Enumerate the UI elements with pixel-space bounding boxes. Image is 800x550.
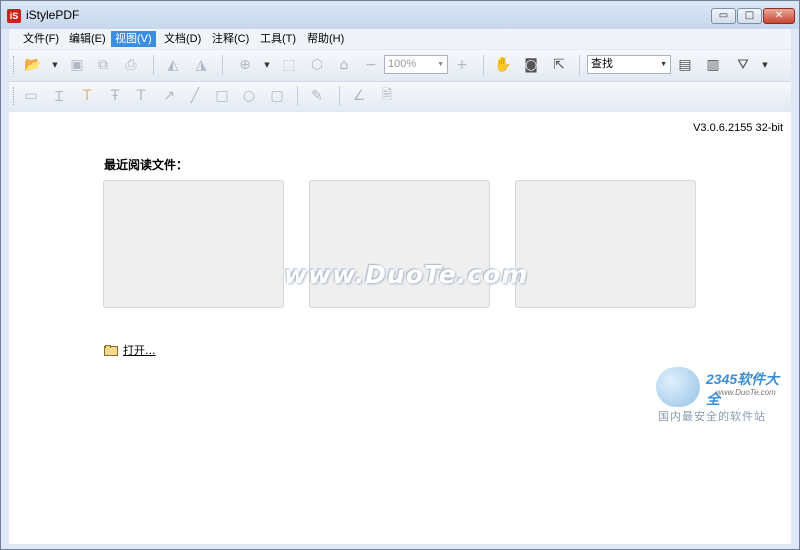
menu-tools[interactable]: 工具(T) — [256, 31, 300, 47]
recent-files-title: 最近阅读文件： — [104, 158, 189, 172]
watermark-text: www.DuoTe.com — [284, 260, 529, 289]
menu-bar: 文件(F) 编辑(E) 视图(V) 文档(D) 注释(C) 工具(T) 帮助(H… — [9, 29, 791, 49]
arrow-icon[interactable]: ↗ — [159, 86, 179, 106]
stamp-dropdown-icon[interactable]: ▼ — [761, 55, 769, 75]
ellipse-icon[interactable]: ○ — [239, 86, 259, 106]
zoom-dropdown-icon[interactable]: ▼ — [263, 55, 271, 75]
open-file-label[interactable]: 打开... — [123, 342, 156, 358]
open-dropdown-icon[interactable]: ▼ — [51, 55, 59, 75]
chevron-down-icon[interactable]: ▼ — [660, 56, 667, 73]
save-icon[interactable]: ▣ — [67, 55, 87, 75]
zoom-value: 100% — [388, 58, 417, 70]
toolbar-grip[interactable] — [13, 56, 17, 74]
maximize-button[interactable]: □ — [737, 8, 762, 24]
rotate-right-icon[interactable]: ◮ — [191, 55, 211, 75]
watermark-url: www.DuoTe.com — [716, 388, 776, 397]
strikethrough-icon[interactable]: Ŧ — [105, 86, 125, 106]
watermark-logo: 2345软件大全 www.DuoTe.com 国内最安全的软件站 — [656, 361, 781, 431]
start-page: V3.0.6.2155 32-bit 最近阅读文件： 打开... www.Duo… — [9, 112, 791, 544]
search-combobox[interactable]: 查找 ▼ — [587, 55, 671, 74]
save-all-icon[interactable]: ⧉ — [93, 55, 113, 75]
attach-icon[interactable]: 🗎 — [377, 86, 397, 106]
toolbar-separator — [222, 55, 223, 75]
window-title: iStylePDF — [26, 8, 80, 22]
mascot-icon — [656, 367, 700, 407]
toolbar-separator — [579, 55, 580, 75]
hand-icon[interactable]: ✋ — [493, 55, 513, 75]
zoom-combobox[interactable]: 100% ▼ — [384, 55, 448, 74]
zoom-out-icon[interactable]: − — [361, 55, 381, 75]
zoom-plus-icon[interactable]: + — [452, 55, 472, 75]
menu-edit[interactable]: 编辑(E) — [65, 31, 110, 47]
menu-help[interactable]: 帮助(H) — [303, 31, 348, 47]
select-icon[interactable]: ⇱ — [549, 55, 569, 75]
menu-file[interactable]: 文件(F) — [19, 31, 63, 47]
sign-icon[interactable]: ∠ — [349, 86, 369, 106]
recent-file-thumbnail[interactable] — [515, 180, 696, 308]
annotation-toolbar: ▭ Ɪ T Ŧ T ↗ ╱ □ ○ ▢ ✎ ∠ 🗎 — [9, 82, 791, 111]
fit-page-icon[interactable]: ⬚ — [279, 55, 299, 75]
text-select-icon[interactable]: Ɪ — [49, 86, 69, 106]
pencil-icon[interactable]: ✎ — [307, 86, 327, 106]
note-icon[interactable]: ▭ — [21, 86, 41, 106]
print-icon[interactable]: ⎙ — [121, 55, 141, 75]
chevron-down-icon[interactable]: ▼ — [437, 56, 444, 73]
line-icon[interactable]: ╱ — [185, 86, 205, 106]
rotate-left-icon[interactable]: ◭ — [163, 55, 183, 75]
search-placeholder: 查找 — [591, 58, 613, 70]
close-button[interactable]: ✕ — [763, 8, 795, 24]
title-bar: iS iStylePDF ▭ □ ✕ — [1, 1, 799, 29]
textbox-icon[interactable]: ▢ — [267, 86, 287, 106]
menu-comment[interactable]: 注释(C) — [208, 31, 253, 47]
stamp-icon[interactable]: ⛛ — [733, 55, 753, 75]
app-window: iS iStylePDF ▭ □ ✕ 文件(F) 编辑(E) 视图(V) 文档(… — [0, 0, 800, 550]
zoom-in-icon[interactable]: ⊕ — [235, 55, 255, 75]
underline-icon[interactable]: T — [131, 86, 151, 106]
actual-size-icon[interactable]: ⌂ — [334, 55, 354, 75]
minimize-button[interactable]: ▭ — [711, 8, 736, 24]
app-logo-icon: iS — [7, 9, 21, 23]
toolbar-separator — [339, 86, 340, 106]
folder-icon — [104, 344, 119, 356]
highlight-icon[interactable]: T — [77, 86, 97, 106]
version-label: V3.0.6.2155 32-bit — [693, 122, 783, 134]
snapshot-icon[interactable]: ◙ — [521, 55, 541, 75]
toolbar-separator — [297, 86, 298, 106]
open-folder-icon[interactable]: 📂 — [23, 55, 43, 75]
bookmark-icon[interactable]: ▤ — [675, 55, 695, 75]
fit-width-icon[interactable]: ⬡ — [307, 55, 327, 75]
toolbar-separator — [483, 55, 484, 75]
rectangle-icon[interactable]: □ — [212, 86, 232, 106]
menu-document[interactable]: 文档(D) — [160, 31, 205, 47]
open-file-link[interactable]: 打开... — [104, 342, 156, 358]
page-icon[interactable]: ▥ — [703, 55, 723, 75]
watermark-slogan: 国内最安全的软件站 — [658, 410, 766, 423]
recent-file-thumbnail[interactable] — [103, 180, 284, 308]
toolbar-separator — [153, 55, 154, 75]
toolbar-grip[interactable] — [13, 87, 17, 105]
menu-view[interactable]: 视图(V) — [111, 31, 156, 47]
